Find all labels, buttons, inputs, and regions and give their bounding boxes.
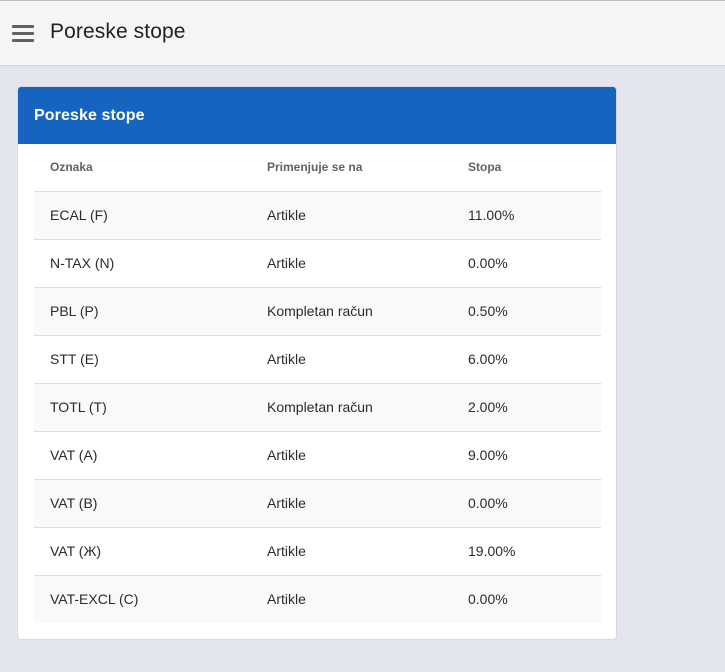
menu-icon-bar [12,39,34,42]
cell-label: TOTL (T) [34,383,251,432]
cell-label: VAT (A) [34,431,251,480]
page-title: Poreske stope [50,20,186,43]
column-header-label: Oznaka [34,144,251,192]
cell-rate: 9.00% [452,431,601,480]
table-row[interactable]: VAT (B) Artikle 0.00% [34,479,601,528]
table-row[interactable]: N-TAX (N) Artikle 0.00% [34,239,601,288]
cell-rate: 0.50% [452,287,601,336]
cell-label: STT (E) [34,335,251,384]
table-row[interactable]: VAT (Ж) Artikle 19.00% [34,527,601,576]
table-row[interactable]: STT (E) Artikle 6.00% [34,335,601,384]
table-header-row: Oznaka Primenjuje se na Stopa [34,144,601,192]
cell-rate: 6.00% [452,335,601,384]
cell-rate: 0.00% [452,239,601,288]
column-header-rate: Stopa [452,144,601,192]
cell-applies-to: Kompletan račun [251,287,452,336]
table-row[interactable]: PBL (P) Kompletan račun 0.50% [34,287,601,336]
cell-applies-to: Kompletan račun [251,383,452,432]
cell-label: ECAL (F) [34,191,251,240]
menu-icon[interactable] [12,23,36,45]
table-row[interactable]: TOTL (T) Kompletan račun 2.00% [34,383,601,432]
card-header: Poreske stope [18,87,616,144]
cell-label: PBL (P) [34,287,251,336]
cell-rate: 0.00% [452,479,601,528]
cell-rate: 11.00% [452,191,601,240]
tax-rates-card: Poreske stope Oznaka Primenjuje se na St… [17,86,617,640]
cell-applies-to: Artikle [251,527,452,576]
cell-label: N-TAX (N) [34,239,251,288]
cell-applies-to: Artikle [251,575,452,623]
menu-icon-bar [12,32,34,35]
table-row[interactable]: VAT-EXCL (C) Artikle 0.00% [34,575,601,623]
tax-rates-table: Oznaka Primenjuje se na Stopa ECAL (F) A… [34,144,601,623]
cell-label: VAT (B) [34,479,251,528]
cell-label: VAT (Ж) [34,527,251,576]
cell-applies-to: Artikle [251,335,452,384]
table-row[interactable]: VAT (A) Artikle 9.00% [34,431,601,480]
cell-applies-to: Artikle [251,479,452,528]
table-row[interactable]: ECAL (F) Artikle 11.00% [34,191,601,240]
cell-applies-to: Artikle [251,431,452,480]
cell-rate: 2.00% [452,383,601,432]
cell-label: VAT-EXCL (C) [34,575,251,623]
cell-rate: 0.00% [452,575,601,623]
app-bar: Poreske stope [0,1,725,66]
card-title: Poreske stope [34,106,145,124]
cell-applies-to: Artikle [251,239,452,288]
cell-rate: 19.00% [452,527,601,576]
menu-icon-bar [12,25,34,28]
cell-applies-to: Artikle [251,191,452,240]
column-header-applies-to: Primenjuje se na [251,144,452,192]
